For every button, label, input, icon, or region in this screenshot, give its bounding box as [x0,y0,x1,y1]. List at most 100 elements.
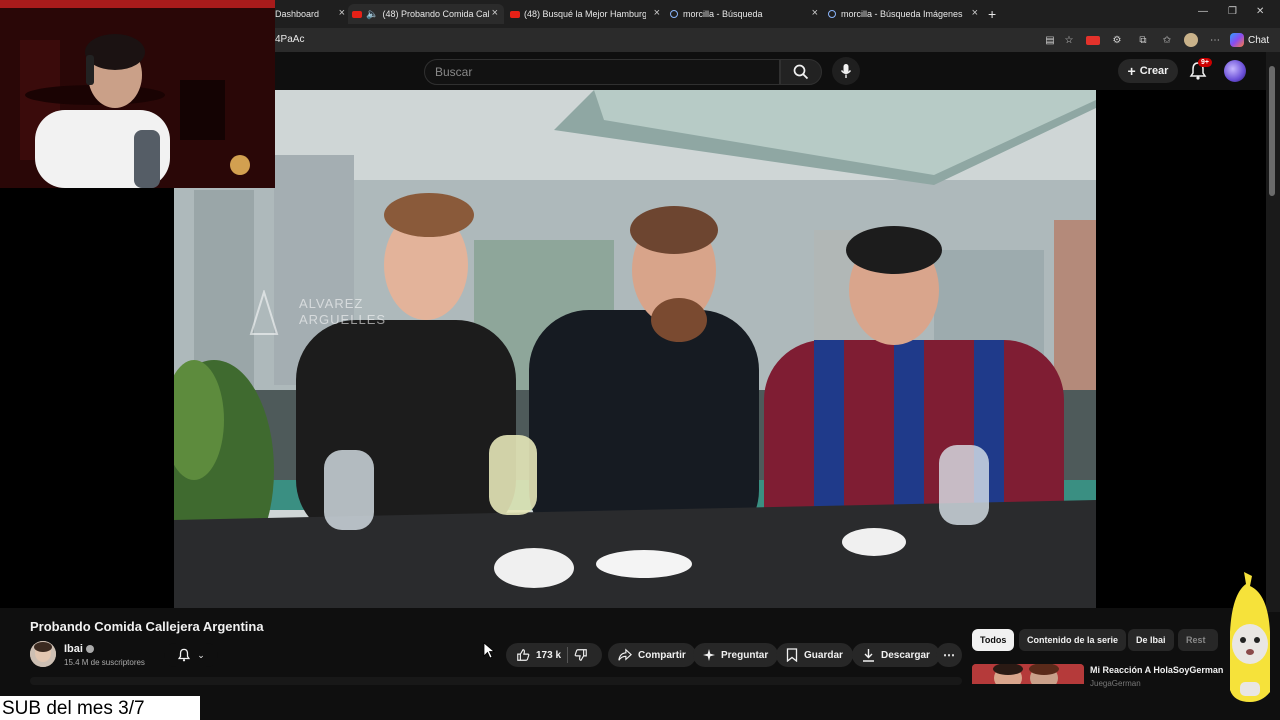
share-button[interactable]: Compartir [608,643,696,667]
sparkle-icon [703,649,715,661]
adblock-icon[interactable] [1086,33,1100,47]
description-box-edge [30,677,962,685]
recommendation-channel[interactable]: JuegaGerman [1090,679,1141,688]
tab-morcilla-imagenes[interactable]: morcilla - Búsqueda Imágenes × [828,4,978,24]
chip-de-ibai-label: De Ibai [1136,635,1166,645]
chevron-down-icon: ⌄ [197,649,205,660]
favorite-star-icon[interactable]: ☆ [1062,33,1076,47]
like-count: 173 k [536,649,562,661]
speaker-icon[interactable]: 🔈 [366,9,378,20]
tab-close-icon[interactable]: × [812,7,818,19]
ask-button[interactable]: Preguntar [693,643,779,667]
copilot-chat-button[interactable]: Chat [1230,31,1269,49]
stream-caption-overlay: SUB del mes 3/7 [0,696,200,720]
minimize-icon[interactable]: — [1198,6,1208,17]
bell-icon [178,648,191,662]
more-actions-button[interactable]: ⋯ [936,643,962,667]
download-icon [863,649,874,662]
search-favicon-icon [828,10,836,18]
tab-morcilla-busqueda[interactable]: morcilla - Búsqueda × [670,4,818,24]
chip-rest[interactable]: Rest [1178,629,1218,651]
recommendation-title[interactable]: Mi Reacción A HolaSoyGerman [1090,665,1223,675]
chat-label: Chat [1248,34,1270,46]
new-tab-button[interactable]: + [988,4,1002,24]
account-avatar[interactable] [1224,60,1246,82]
profile-icon[interactable] [1184,33,1198,47]
save-button[interactable]: Guardar [776,643,853,667]
split-screen-icon[interactable]: ⧉ [1136,33,1150,47]
video-frame[interactable]: ALVAREZ ARGUELLES [174,90,1096,608]
channel-avatar[interactable] [30,641,56,667]
chip-todos-label: Todos [980,635,1007,645]
scrollbar-thumb[interactable] [1269,66,1275,196]
tab-close-icon[interactable]: × [972,7,978,19]
download-label: Descargar [881,649,930,661]
webcam-feed [0,0,275,188]
watermark-logo: ALVAREZ ARGUELLES [249,290,387,350]
youtube-favicon-icon [352,10,362,18]
tab-dashboard-label: Dashboard [275,9,320,19]
microphone-icon [840,64,852,78]
watermark-triangle-icon [249,290,279,335]
channel-name: Ibai [64,643,83,655]
ask-label: Preguntar [721,649,769,661]
more-horizontal-icon: ⋯ [943,648,955,662]
close-window-icon[interactable]: ✕ [1256,6,1264,17]
watermark-text: ALVAREZ ARGUELLES [299,296,387,327]
search-input[interactable]: Buscar [424,59,780,85]
chip-contenido-label: Contenido de la serie [1027,635,1119,645]
like-button[interactable]: 173 k [516,648,561,662]
like-divider [567,647,569,663]
tab-hamburguesa[interactable]: (48) Busqué la Mejor Hamburgue × [510,4,660,24]
share-icon [618,648,632,661]
reader-mode-icon[interactable]: ▤ [1043,33,1057,47]
like-dislike-group: 173 k [506,643,602,667]
youtube-favicon-icon [510,10,520,18]
tab-hamburguesa-label: (48) Busqué la Mejor Hamburgue [524,9,646,19]
verified-badge-icon [85,645,94,653]
thumbs-up-icon [517,649,530,661]
maximize-icon[interactable]: ❐ [1228,6,1237,17]
chip-todos[interactable]: Todos [972,629,1015,651]
tab-morcilla-imagenes-label: morcilla - Búsqueda Imágenes [841,9,963,19]
tab-probando-label: (48) Probando Comida Callej [382,9,491,19]
thumbs-down-icon[interactable] [574,648,588,662]
recommendation-thumbnail[interactable] [972,664,1084,684]
more-menu-icon[interactable]: ⋯ [1208,33,1222,47]
subscriber-count: 15.4 M de suscriptores [64,658,145,667]
tab-probando-comida[interactable]: 🔈 (48) Probando Comida Callej × [348,4,504,24]
tab-close-icon[interactable]: × [654,7,660,19]
subscription-bell-button[interactable]: ⌄ [164,643,218,667]
tab-close-icon[interactable]: × [492,7,498,19]
tab-close-icon[interactable]: × [339,7,345,19]
tab-morcilla-label: morcilla - Búsqueda [683,9,763,19]
mouse-cursor-icon [483,642,496,659]
search-placeholder: Buscar [435,65,473,79]
copilot-icon [1230,33,1244,47]
search-button[interactable] [780,59,822,85]
share-label: Compartir [638,649,686,661]
save-label: Guardar [804,649,843,661]
notifications-badge: 9+ [1198,58,1212,67]
channel-name-link[interactable]: Ibai [64,643,94,655]
streamer-webcam [0,0,275,188]
voice-search-button[interactable] [832,57,860,85]
bookmark-icon [786,648,798,662]
search-favicon-icon [670,10,678,18]
plus-icon: + [1127,63,1136,79]
recommendation-thumbnail-image [972,664,1084,684]
banana-cat-sticker [1222,572,1278,704]
chip-contenido-serie[interactable]: Contenido de la serie [1019,629,1127,651]
page-scrollbar[interactable] [1266,52,1280,612]
create-button[interactable]: + Crear [1118,59,1178,83]
chip-rest-label: Rest [1186,635,1206,645]
video-title: Probando Comida Callejera Argentina [30,619,264,634]
search-icon [793,64,809,80]
tab-dashboard[interactable]: Dashboard × [275,4,345,24]
download-button[interactable]: Descargar [852,643,940,667]
create-label: Crear [1139,65,1169,77]
favorites-icon[interactable]: ✩ [1160,33,1174,47]
extensions-icon[interactable]: ⚙ [1110,33,1124,47]
url-text[interactable]: 4PaAc [275,34,304,45]
chip-de-ibai[interactable]: De Ibai [1128,629,1174,651]
